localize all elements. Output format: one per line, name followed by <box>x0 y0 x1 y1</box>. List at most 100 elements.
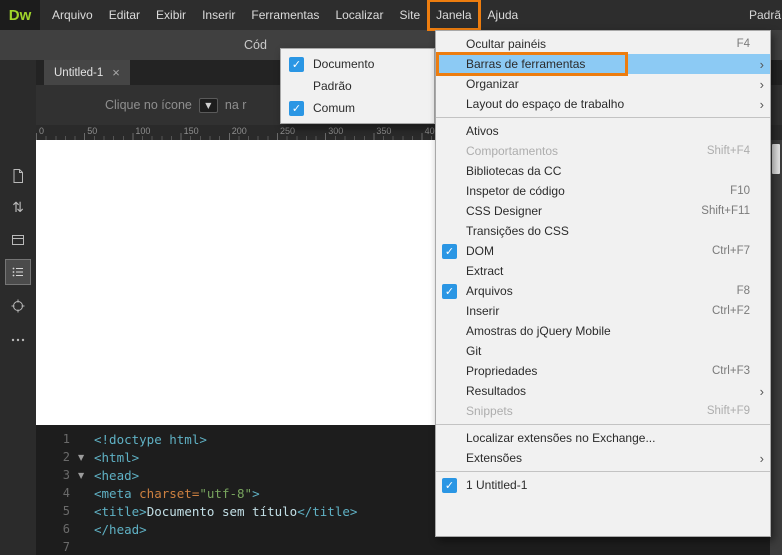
menubar-item-arquivo[interactable]: Arquivo <box>44 0 101 30</box>
submenu-arrow-icon: › <box>759 96 764 112</box>
list-view-icon[interactable] <box>5 259 31 285</box>
ruler-tick-label: 100 <box>135 126 151 136</box>
submenu-arrow-icon: › <box>759 450 764 466</box>
toolbars-submenu: ✓ Documento Padrão ✓ Comum <box>280 48 435 124</box>
menu-item-comum[interactable]: ✓ Comum <box>281 97 434 119</box>
menu-item-shortcut: Ctrl+F3 <box>711 365 750 377</box>
filter-icon: ▼ <box>198 97 218 113</box>
menu-item-label: Bibliotecas da CC <box>466 164 562 178</box>
menubar-item-inserir[interactable]: Inserir <box>194 0 243 30</box>
checkmark-spacer <box>442 124 457 139</box>
menu-item-css-designer[interactable]: CSS Designer Shift+F11 <box>436 201 770 221</box>
window-menu: Ocultar painéis F4 Barras de ferramentas › O… <box>435 30 771 537</box>
menu-item-inspetor-de-codigo[interactable]: Inspetor de código F10 <box>436 181 770 201</box>
checkmark-spacer <box>442 97 457 112</box>
checkmark-spacer <box>442 264 457 279</box>
menu-item-resultados[interactable]: Resultados › <box>436 381 770 401</box>
menu-item-padrao[interactable]: Padrão <box>281 75 434 97</box>
menu-item-1-untitled-1[interactable]: ✓ 1 Untitled-1 <box>436 475 770 495</box>
ruler-tick-label: 200 <box>231 126 247 136</box>
target-icon[interactable] <box>6 294 30 318</box>
tab-title: Untitled-1 <box>54 66 104 79</box>
menu-item-arquivos[interactable]: ✓ Arquivos F8 <box>436 281 770 301</box>
code-text: <head> <box>94 468 139 483</box>
menu-item-shortcut: Shift+F9 <box>706 405 750 417</box>
checkmark-icon: ✓ <box>442 477 457 493</box>
checkmark-icon: ✓ <box>289 100 304 116</box>
fold-arrow-icon[interactable]: ▼ <box>78 471 94 480</box>
menubar-item-site[interactable]: Site <box>391 0 428 30</box>
checkmark-icon: ✓ <box>289 56 304 72</box>
vertical-scrollbar[interactable] <box>770 140 782 555</box>
menu-item-bibliotecas-da-cc[interactable]: Bibliotecas da CC <box>436 161 770 181</box>
menu-item-label: Extract <box>466 264 504 278</box>
menu-item-extensoes[interactable]: Extensões › <box>436 448 770 468</box>
info-text-suffix: na r <box>224 98 247 112</box>
menu-item-label: Organizar <box>466 77 519 91</box>
checkmark-spacer <box>442 77 457 92</box>
menu-item-label: Ativos <box>466 124 499 138</box>
menu-item-propriedades[interactable]: Propriedades Ctrl+F3 <box>436 361 770 381</box>
menubar-item-janela[interactable]: Janela <box>427 0 481 31</box>
checkmark-spacer <box>442 404 457 419</box>
code-segment: <html> <box>94 449 140 465</box>
submenu-arrow-icon: › <box>759 56 764 72</box>
menu-item-snippets[interactable]: Snippets Shift+F9 <box>436 401 770 421</box>
menu-item-dom[interactable]: ✓ DOM Ctrl+F7 <box>436 241 770 261</box>
menu-item-label: Comum <box>313 101 356 115</box>
menu-item-documento[interactable]: ✓ Documento <box>281 53 434 75</box>
menu-item-git[interactable]: Git <box>436 341 770 361</box>
menu-item-localizar-extensoes-no-exchange[interactable]: Localizar extensões no Exchange... <box>436 428 770 448</box>
code-segment: "utf-8" <box>199 485 253 501</box>
more-options-icon[interactable] <box>6 328 30 352</box>
menu-item-amostras-do-jquery-mobile[interactable]: Amostras do jQuery Mobile <box>436 321 770 341</box>
document-icon[interactable] <box>6 164 30 188</box>
menu-item-ativos[interactable]: Ativos <box>436 121 770 141</box>
menu-item-label: Git <box>466 344 482 358</box>
menu-item-ocultar-paineis[interactable]: Ocultar painéis F4 <box>436 34 770 54</box>
menu-item-organizar[interactable]: Organizar › <box>436 74 770 94</box>
workspace-switcher[interactable]: Padrã <box>749 8 782 22</box>
menubar-item-editar[interactable]: Editar <box>101 0 148 30</box>
menu-item-layout-do-espaco-de-trabalho[interactable]: Layout do espaço de trabalho › <box>436 94 770 114</box>
menubar-item-ajuda[interactable]: Ajuda <box>480 0 527 30</box>
menu-item-inserir[interactable]: Inserir Ctrl+F2 <box>436 301 770 321</box>
menu-item-label: Amostras do jQuery Mobile <box>466 324 611 338</box>
checkmark-spacer <box>442 144 457 159</box>
menu-item-shortcut: Ctrl+F2 <box>711 305 750 317</box>
checkmark-spacer <box>442 57 457 72</box>
fold-arrow-icon[interactable]: ▼ <box>78 453 94 462</box>
line-number: 4 <box>62 486 70 500</box>
menu-item-shortcut: Shift+F11 <box>701 205 750 217</box>
menubar-item-exibir[interactable]: Exibir <box>148 0 194 30</box>
menu-item-transicoes-do-css[interactable]: Transições do CSS <box>436 221 770 241</box>
scrollbar-thumb[interactable] <box>772 144 780 174</box>
code-segment: <title> <box>94 503 147 519</box>
tab-untitled-1[interactable]: Untitled-1 × <box>44 60 130 85</box>
code-text: <!doctype html> <box>94 432 207 447</box>
code-text: <html> <box>94 450 139 465</box>
dreamweaver-logo[interactable]: Dw <box>0 0 40 30</box>
menu-item-comportamentos[interactable]: Comportamentos Shift+F4 <box>436 141 770 161</box>
dreamweaver-window: Dw Arquivo Editar Exibir Inserir Ferramentas… <box>0 0 782 555</box>
code-segment: <head> <box>94 467 140 483</box>
code-segment: <!doctype html> <box>94 431 207 447</box>
code-segment: <meta <box>94 485 140 501</box>
code-view-button[interactable]: Cód <box>244 30 267 60</box>
line-number: 5 <box>62 504 70 518</box>
menu-item-label: 1 Untitled-1 <box>466 478 528 492</box>
menubar: Dw Arquivo Editar Exibir Inserir Ferramentas… <box>0 0 782 31</box>
menu-item-label: Snippets <box>466 404 513 418</box>
code-line: 7 <box>36 538 782 555</box>
menubar-item-ferramentas[interactable]: Ferramentas <box>243 0 327 30</box>
menu-item-extract[interactable]: Extract <box>436 261 770 281</box>
window-icon[interactable] <box>6 228 30 252</box>
sync-arrows-icon[interactable]: ⇅ <box>6 196 30 220</box>
checkmark-spacer <box>442 384 457 399</box>
menubar-item-localizar[interactable]: Localizar <box>327 0 391 30</box>
ruler-tick-label: 300 <box>328 126 344 136</box>
line-number: 1 <box>62 432 70 446</box>
menu-item-barras-de-ferramentas[interactable]: Barras de ferramentas › <box>436 52 770 76</box>
tab-close-icon[interactable]: × <box>112 65 120 80</box>
code-segment: Documento sem título <box>146 503 298 519</box>
